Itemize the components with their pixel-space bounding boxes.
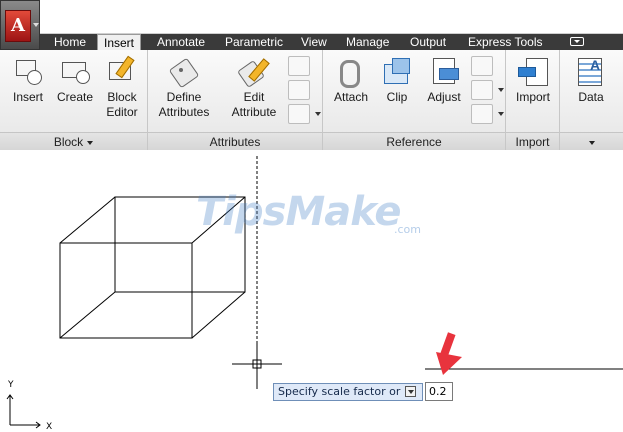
edit-attribute-label-2: Attribute <box>231 105 277 119</box>
ucs-icon <box>6 394 41 429</box>
tab-parametric[interactable]: Parametric <box>225 34 283 50</box>
watermark-suffix: .com <box>394 223 421 236</box>
reference-panel-title: Reference <box>323 132 505 150</box>
data-panel: Data <box>560 50 623 150</box>
define-attributes-label-1: Define <box>166 90 202 104</box>
title-bar <box>0 0 623 34</box>
block-editor-icon <box>107 56 137 86</box>
insert-label: Insert <box>12 90 43 104</box>
box-edge <box>191 291 246 339</box>
import-panel: Import Import <box>506 50 560 150</box>
clip-button[interactable]: Clip <box>377 54 417 105</box>
insert-block-icon <box>13 56 43 86</box>
block-panel: Insert Create Block Editor Block <box>0 50 148 150</box>
tab-annotate[interactable]: Annotate <box>157 34 205 50</box>
edit-attribute-button[interactable]: Edit Attribute <box>224 54 284 120</box>
tab-manage[interactable]: Manage <box>346 34 389 50</box>
box-edge <box>59 291 116 339</box>
prompt-options-button[interactable] <box>405 386 416 397</box>
edit-attribute-label-1: Edit <box>243 90 265 104</box>
tab-output[interactable]: Output <box>410 34 446 50</box>
create-label: Create <box>56 90 94 104</box>
watermark: TipsMake <box>196 189 402 235</box>
create-block-icon <box>60 56 90 86</box>
chevron-down-icon <box>315 112 321 116</box>
import-button[interactable]: Import <box>510 54 556 105</box>
data-table-icon <box>576 56 606 86</box>
define-attributes-label-2: Attributes <box>158 105 210 119</box>
chevron-down-icon <box>588 140 595 145</box>
attributes-panel: Define Attributes Edit Attribute Attribu… <box>148 50 323 150</box>
reference-panel: Attach Clip Adjust Reference <box>323 50 506 150</box>
attach-button[interactable]: Attach <box>327 54 375 105</box>
paperclip-icon <box>336 56 366 88</box>
ribbon-tab-bar: Home Insert Annotate Parametric View Man… <box>40 34 623 51</box>
chevron-down-icon <box>87 140 94 145</box>
chevron-down-icon <box>498 112 504 116</box>
block-panel-title[interactable]: Block <box>0 132 147 150</box>
clip-label: Clip <box>386 90 408 104</box>
underlay-layers-icon[interactable] <box>471 56 493 76</box>
frames-icon[interactable] <box>471 80 504 100</box>
chevron-down-icon <box>498 88 504 92</box>
tab-insert[interactable]: Insert <box>97 34 142 51</box>
snap-to-underlay-icon[interactable] <box>471 104 504 124</box>
tab-home[interactable]: Home <box>54 34 86 50</box>
tag-icon <box>169 56 199 86</box>
clip-icon <box>382 56 412 86</box>
application-menu-button[interactable]: A <box>0 0 40 50</box>
command-prompt: Specify scale factor or <box>273 383 423 401</box>
define-attributes-button[interactable]: Define Attributes <box>154 54 214 120</box>
drawing-area[interactable]: Y X TipsMake .com Specify scale factor o… <box>0 151 623 432</box>
import-panel-title: Import <box>506 132 559 150</box>
create-block-button[interactable]: Create <box>52 54 98 105</box>
data-button[interactable]: Data <box>568 54 614 105</box>
import-label: Import <box>515 90 550 104</box>
adjust-icon <box>429 56 459 86</box>
autocad-logo-icon: A <box>5 10 31 42</box>
scale-factor-input[interactable]: 0.2 <box>425 382 453 401</box>
tab-express-tools[interactable]: Express Tools <box>468 34 542 50</box>
ucs-x-label: X <box>46 422 52 432</box>
adjust-button[interactable]: Adjust <box>421 54 467 105</box>
minimize-ribbon-icon[interactable] <box>570 37 584 46</box>
block-editor-button[interactable]: Block Editor <box>100 54 144 120</box>
crosshair-cursor <box>232 341 282 389</box>
data-panel-expander[interactable] <box>560 132 623 150</box>
tab-view[interactable]: View <box>301 34 327 50</box>
adjust-label: Adjust <box>427 90 461 104</box>
attach-label: Attach <box>333 90 369 104</box>
ucs-y-label: Y <box>7 380 14 390</box>
sync-attributes-icon[interactable] <box>288 80 310 100</box>
chevron-down-icon <box>33 23 39 27</box>
attributes-panel-title: Attributes <box>148 132 322 150</box>
data-label: Data <box>578 90 604 104</box>
manage-attributes-icon[interactable] <box>288 56 310 76</box>
block-editor-label-1: Block <box>107 90 137 104</box>
edit-tag-icon <box>239 56 269 86</box>
import-icon <box>518 56 548 86</box>
ribbon: Insert Create Block Editor Block Define … <box>0 50 623 150</box>
box-front-face <box>59 242 193 339</box>
box-edge <box>59 196 116 244</box>
insert-button[interactable]: Insert <box>6 54 50 105</box>
attribute-display-icon[interactable] <box>288 104 321 124</box>
block-editor-label-2: Editor <box>106 105 138 119</box>
block-panel-label: Block <box>53 135 84 149</box>
